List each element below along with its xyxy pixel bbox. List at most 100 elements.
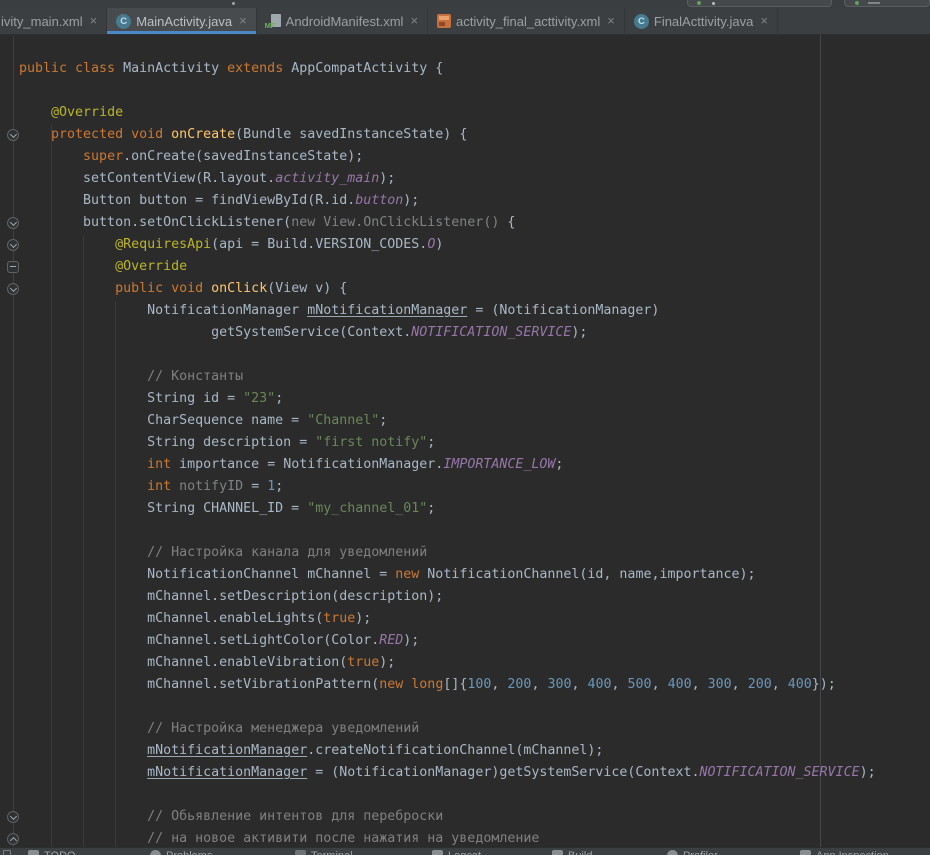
- code-segment: AppCompatActivity {: [283, 61, 443, 76]
- code-segment: ;: [275, 391, 283, 406]
- fold-chevron-icon: [10, 837, 17, 844]
- code-line[interactable]: mChannel.setLightColor(Color.RED);: [19, 630, 876, 652]
- code-line[interactable]: mChannel.setDescription(description);: [19, 586, 876, 608]
- tab-label: FinalActtivity.java: [654, 14, 753, 29]
- code-segment: true: [323, 611, 355, 626]
- code-line[interactable]: NotificationManager mNotificationManager…: [19, 300, 876, 322]
- code-segment: );: [403, 193, 419, 208]
- toolwindow-button-build[interactable]: Build: [552, 850, 592, 855]
- code-segment: // на новое активити после нажатия на ув…: [147, 831, 539, 846]
- code-segment: (Bundle savedInstanceState) {: [235, 127, 467, 142]
- close-icon[interactable]: ×: [90, 16, 98, 26]
- code-line[interactable]: mChannel.enableVibration(true);: [19, 652, 876, 674]
- code-line[interactable]: // Настройка канала для уведомлений: [19, 542, 876, 564]
- toolwindow-button-terminal[interactable]: Terminal: [295, 850, 353, 855]
- code-line[interactable]: protected void onCreate(Bundle savedInst…: [19, 124, 876, 146]
- tab-finalacttivity-java[interactable]: CFinalActtivity.java×: [625, 8, 778, 34]
- code-line[interactable]: String description = "first notify";: [19, 432, 876, 454]
- fold-marker-icon[interactable]: [7, 261, 19, 273]
- code-segment: .createNotificationChannel(mChannel);: [307, 743, 603, 758]
- code-segment: mChannel.setLightColor(Color.: [19, 633, 379, 648]
- code-line[interactable]: int importance = NotificationManager.IMP…: [19, 454, 876, 476]
- toolwindow-button-todo[interactable]: TODO: [28, 850, 76, 855]
- tab-mainactivity-java[interactable]: CMainActivity.java×: [107, 8, 256, 34]
- code-line[interactable]: getSystemService(Context.NOTIFICATION_SE…: [19, 322, 876, 344]
- fold-marker-icon[interactable]: [7, 239, 19, 251]
- device-online-icon: [855, 1, 859, 5]
- problems-icon: [150, 850, 161, 855]
- code-line[interactable]: int notifyID = 1;: [19, 476, 876, 498]
- toolbar-icon: [232, 2, 235, 5]
- code-segment: 200: [748, 677, 772, 692]
- code-area[interactable]: public class MainActivity extends AppCom…: [19, 36, 876, 850]
- code-line[interactable]: button.setOnClickListener(new View.OnCli…: [19, 212, 876, 234]
- code-line[interactable]: [19, 36, 876, 58]
- editor[interactable]: public class MainActivity extends AppCom…: [0, 35, 930, 847]
- code-segment: ,: [491, 677, 507, 692]
- code-line[interactable]: mNotificationManager.createNotificationC…: [19, 740, 876, 762]
- run-configuration-widget[interactable]: [687, 0, 832, 7]
- code-segment: @Override: [115, 259, 187, 274]
- toolwindow-button-logcat[interactable]: Logcat: [432, 850, 481, 855]
- close-icon[interactable]: ×: [239, 16, 247, 26]
- toolbar-dot-icon: [712, 2, 715, 5]
- code-line[interactable]: [19, 80, 876, 102]
- code-segment: setContentView(R.layout.: [19, 171, 275, 186]
- close-icon[interactable]: ×: [410, 16, 418, 26]
- code-segment: NOTIFICATION_SERVICE: [699, 765, 859, 780]
- tab-ivity-main-xml[interactable]: ivity_main.xml ×: [0, 8, 107, 34]
- close-icon[interactable]: ×: [760, 16, 768, 26]
- code-segment: [19, 831, 147, 846]
- fold-marker-icon[interactable]: [7, 283, 19, 295]
- tab-androidmanifest-xml[interactable]: MFAndroidManifest.xml×: [257, 8, 428, 34]
- code-segment: mChannel.setDescription(description);: [19, 589, 443, 604]
- code-line[interactable]: mNotificationManager = (NotificationMana…: [19, 762, 876, 784]
- code-segment: =: [243, 479, 267, 494]
- code-line[interactable]: @Override: [19, 102, 876, 124]
- code-line[interactable]: public void onClick(View v) {: [19, 278, 876, 300]
- code-line[interactable]: // Обьявление интентов для переброски: [19, 806, 876, 828]
- logcat-icon: [432, 850, 443, 855]
- code-line[interactable]: public class MainActivity extends AppCom…: [19, 58, 876, 80]
- toolwindow-corner-icon[interactable]: [3, 850, 11, 855]
- code-line[interactable]: mChannel.enableLights(true);: [19, 608, 876, 630]
- fold-marker-icon[interactable]: [7, 833, 19, 845]
- code-line[interactable]: [19, 784, 876, 806]
- code-line[interactable]: String id = "23";: [19, 388, 876, 410]
- code-line[interactable]: setContentView(R.layout.activity_main);: [19, 168, 876, 190]
- code-segment: = (NotificationManager)getSystemService(…: [307, 765, 699, 780]
- code-line[interactable]: String CHANNEL_ID = "my_channel_01";: [19, 498, 876, 520]
- code-line[interactable]: super.onCreate(savedInstanceState);: [19, 146, 876, 168]
- code-line[interactable]: Button button = findViewById(R.id.button…: [19, 190, 876, 212]
- code-line[interactable]: [19, 520, 876, 542]
- code-segment: );: [571, 325, 587, 340]
- code-segment: // Константы: [147, 369, 243, 384]
- fold-marker-icon[interactable]: [7, 811, 19, 823]
- code-line[interactable]: NotificationChannel mChannel = new Notif…: [19, 564, 876, 586]
- code-line[interactable]: [19, 696, 876, 718]
- toolwindow-button-problems[interactable]: Problems: [150, 850, 212, 855]
- code-segment: });: [812, 677, 836, 692]
- code-line[interactable]: mChannel.setVibrationPattern(new long[]{…: [19, 674, 876, 696]
- fold-marker-icon[interactable]: [7, 217, 19, 229]
- ide-window: ivity_main.xml×CMainActivity.java×MFAndr…: [0, 0, 930, 855]
- code-segment: true: [347, 655, 379, 670]
- code-line[interactable]: @Override: [19, 256, 876, 278]
- gutter-fold-line: [13, 36, 14, 847]
- toolwindow-button-profiler[interactable]: Profiler: [667, 850, 718, 855]
- code-line[interactable]: @RequiresApi(api = Build.VERSION_CODES.O…: [19, 234, 876, 256]
- code-line[interactable]: [19, 344, 876, 366]
- code-line[interactable]: // Константы: [19, 366, 876, 388]
- toolwindow-label: Logcat: [448, 850, 481, 855]
- code-line[interactable]: CharSequence name = "Channel";: [19, 410, 876, 432]
- code-segment: [19, 765, 147, 780]
- fold-marker-icon[interactable]: [7, 129, 19, 141]
- toolwindow-button-app-inspection[interactable]: App Inspection: [800, 850, 889, 855]
- code-line[interactable]: // Настройка менеджера уведомлений: [19, 718, 876, 740]
- code-segment: onClick: [211, 281, 267, 296]
- tab-label: ivity_main.xml: [1, 14, 83, 29]
- code-segment: [19, 369, 147, 384]
- close-icon[interactable]: ×: [607, 16, 615, 26]
- tab-activity-final-acttivity-xml[interactable]: activity_final_acttivity.xml×: [428, 8, 625, 34]
- code-segment: // Настройка канала для уведомлений: [147, 545, 427, 560]
